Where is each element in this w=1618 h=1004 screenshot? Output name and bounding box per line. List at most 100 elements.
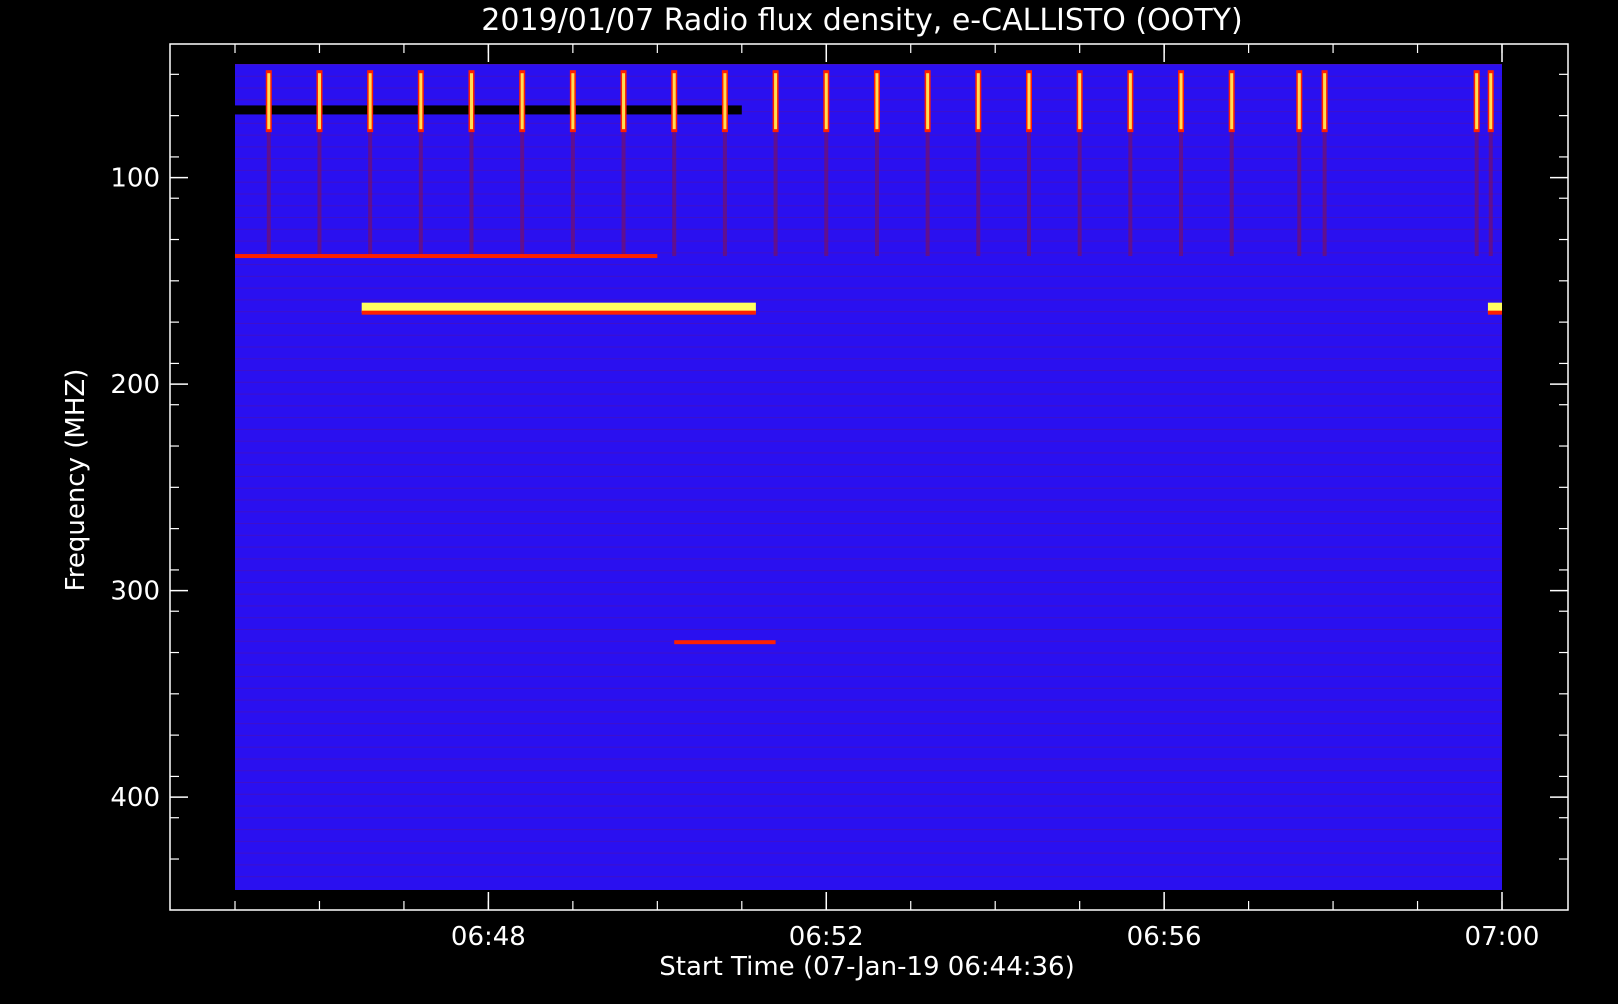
- heatmap-noise-row: [235, 687, 1502, 689]
- burst-tail: [621, 132, 626, 257]
- heatmap-noise-row: [235, 217, 1502, 219]
- burst-core: [1230, 73, 1234, 130]
- heatmap-noise-row: [235, 417, 1502, 419]
- y-tick-label: 100: [110, 164, 160, 194]
- heatmap-noise-row: [235, 487, 1502, 489]
- burst-core: [976, 73, 980, 130]
- heatmap-noise-row: [235, 699, 1502, 701]
- y-tick-label: 400: [110, 783, 160, 813]
- heatmap-noise-row: [235, 252, 1502, 254]
- burst-core: [1179, 73, 1183, 130]
- heatmap-noise-row: [235, 876, 1502, 878]
- burst-tail: [1474, 132, 1479, 257]
- burst-tail: [1077, 132, 1082, 257]
- heatmap-noise-row: [235, 464, 1502, 466]
- burst-tail: [368, 132, 373, 257]
- heatmap-noise-row: [235, 617, 1502, 619]
- burst-core: [1323, 73, 1327, 130]
- heatmap-noise-row: [235, 758, 1502, 760]
- burst-core: [571, 73, 575, 130]
- heatmap-noise-row: [235, 370, 1502, 372]
- burst-tail: [874, 132, 879, 257]
- burst-core: [1475, 73, 1479, 130]
- heatmap-noise-row: [235, 640, 1502, 642]
- burst-core: [824, 73, 828, 130]
- heatmap-noise-row: [235, 146, 1502, 148]
- heatmap-noise-row: [235, 723, 1502, 725]
- dark-band: [235, 105, 742, 115]
- heatmap-noise-row: [235, 676, 1502, 678]
- heatmap-noise-row: [235, 134, 1502, 136]
- y-tick-label: 300: [110, 577, 160, 607]
- heatmap-noise-row: [235, 393, 1502, 395]
- heatmap-background: [235, 64, 1502, 890]
- burst-core: [875, 73, 879, 130]
- rfi-line-edge: [361, 310, 756, 315]
- burst-core: [774, 73, 778, 130]
- chart-svg: 2019/01/07 Radio flux density, e-CALLIST…: [61, 3, 1569, 982]
- heatmap-noise-row: [235, 570, 1502, 572]
- burst-core: [672, 73, 676, 130]
- burst-tail: [469, 132, 474, 257]
- burst-tail: [1322, 132, 1327, 257]
- burst-core: [926, 73, 930, 130]
- burst-tail: [824, 132, 829, 257]
- burst-tail: [520, 132, 525, 257]
- burst-tail: [925, 132, 930, 257]
- burst-tail: [418, 132, 423, 257]
- heatmap-noise-row: [235, 852, 1502, 854]
- rfi-line-edge: [1487, 310, 1502, 315]
- burst-core: [520, 73, 524, 130]
- y-tick-label: 200: [110, 370, 160, 400]
- burst-core: [622, 73, 626, 130]
- heatmap-noise-row: [235, 840, 1502, 842]
- heatmap-noise-row: [235, 287, 1502, 289]
- x-tick-label: 06:56: [1127, 922, 1202, 952]
- heatmap-noise-row: [235, 793, 1502, 795]
- heatmap-noise-row: [235, 193, 1502, 195]
- heatmap-noise-row: [235, 299, 1502, 301]
- burst-tail: [976, 132, 981, 257]
- heatmap-noise-row: [235, 475, 1502, 477]
- heatmap-noise-row: [235, 169, 1502, 171]
- heatmap-noise-row: [235, 523, 1502, 525]
- burst-core: [317, 73, 321, 130]
- burst-core: [1128, 73, 1132, 130]
- heatmap-noise-row: [235, 652, 1502, 654]
- heatmap-noise-row: [235, 581, 1502, 583]
- heatmap-noise-row: [235, 746, 1502, 748]
- heatmap-noise-row: [235, 628, 1502, 630]
- burst-core: [723, 73, 727, 130]
- burst-tail: [1026, 132, 1031, 257]
- heatmap-layer: [235, 64, 1502, 890]
- heatmap-noise-row: [235, 87, 1502, 89]
- heatmap-noise-row: [235, 546, 1502, 548]
- heatmap-noise-row: [235, 240, 1502, 242]
- heatmap-noise-row: [235, 770, 1502, 772]
- rfi-line: [235, 254, 658, 259]
- heatmap-noise-row: [235, 122, 1502, 124]
- x-tick-label: 07:00: [1465, 922, 1540, 952]
- rfi-line: [674, 640, 776, 645]
- burst-core: [419, 73, 423, 130]
- heatmap-noise-row: [235, 829, 1502, 831]
- heatmap-noise-row: [235, 358, 1502, 360]
- burst-tail: [317, 132, 322, 257]
- heatmap-noise-row: [235, 334, 1502, 336]
- heatmap-noise-row: [235, 864, 1502, 866]
- heatmap-noise-row: [235, 428, 1502, 430]
- heatmap-noise-row: [235, 99, 1502, 101]
- burst-core: [1078, 73, 1082, 130]
- heatmap-noise-row: [235, 64, 1502, 65]
- x-tick-label: 06:52: [789, 922, 864, 952]
- heatmap-noise-row: [235, 205, 1502, 207]
- burst-core: [267, 73, 271, 130]
- x-axis-label: Start Time (07-Jan-19 06:44:36): [659, 952, 1074, 982]
- heatmap-noise-row: [235, 711, 1502, 713]
- heatmap-noise-row: [235, 440, 1502, 442]
- heatmap-noise-row: [235, 228, 1502, 230]
- x-tick-label: 06:48: [451, 922, 526, 952]
- burst-tail: [570, 132, 575, 257]
- heatmap-noise-row: [235, 782, 1502, 784]
- heatmap-noise-row: [235, 817, 1502, 819]
